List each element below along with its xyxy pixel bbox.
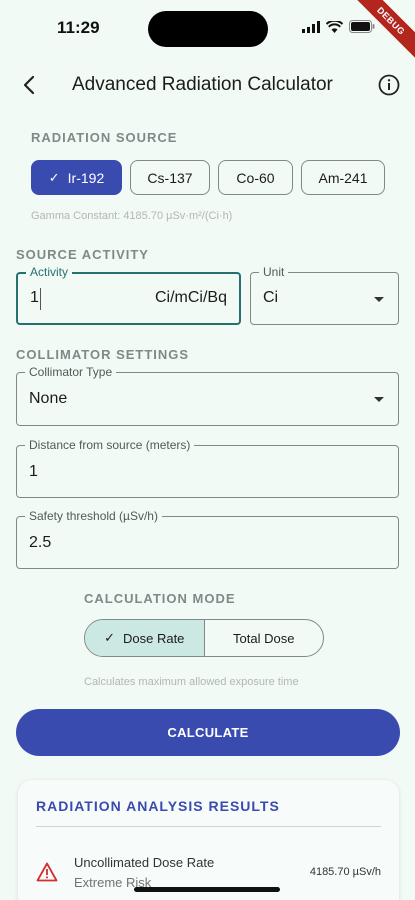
threshold-value: 2.5 <box>29 534 52 551</box>
distance-value: 1 <box>29 463 38 480</box>
home-indicator <box>134 887 280 892</box>
gamma-constant-text: Gamma Constant: 4185.70 µSv·m²/(Ci·h) <box>31 210 233 222</box>
status-bar: 11:29 DEBUG <box>0 0 415 63</box>
signal-icon <box>302 20 320 33</box>
radiation-source-label: RADIATION SOURCE <box>31 130 178 145</box>
unit-dropdown[interactable]: Unit Ci <box>250 265 399 325</box>
divider <box>36 826 381 827</box>
results-title: RADIATION ANALYSIS RESULTS <box>36 798 280 814</box>
check-icon: ✓ <box>104 630 115 645</box>
dropdown-arrow-icon <box>374 397 384 402</box>
calculation-mode-toggle: ✓ Dose Rate Total Dose <box>84 619 324 657</box>
chip-label: Am-241 <box>318 169 368 186</box>
mode-total-dose[interactable]: Total Dose <box>205 620 324 656</box>
calculate-button[interactable]: CALCULATE <box>16 709 400 756</box>
distance-input[interactable]: Distance from source (meters) 1 <box>16 438 399 498</box>
page-title: Advanced Radiation Calculator <box>72 74 333 95</box>
mode-hint: Calculates maximum allowed exposure time <box>84 676 299 688</box>
collimator-type-dropdown[interactable]: Collimator Type None <box>16 365 399 426</box>
mode-label: Dose Rate <box>122 630 185 646</box>
distance-field-label: Distance from source (meters) <box>25 438 195 452</box>
status-time: 11:29 <box>57 18 100 37</box>
wifi-icon <box>326 20 343 33</box>
result-value: 4185.70 µSv/h <box>309 866 381 878</box>
info-icon[interactable] <box>377 73 401 97</box>
back-arrow-icon <box>23 75 35 95</box>
chip-co-60[interactable]: Co-60 <box>218 160 293 195</box>
mode-dose-rate[interactable]: ✓ Dose Rate <box>85 620 205 656</box>
activity-value: 1 <box>30 289 39 306</box>
threshold-field-label: Safety threshold (µSv/h) <box>25 509 162 523</box>
calculation-mode-label: CALCULATION MODE <box>84 591 236 606</box>
source-activity-label: SOURCE ACTIVITY <box>16 247 149 262</box>
activity-suffix: Ci/mCi/Bq <box>154 289 227 306</box>
chip-ir-192[interactable]: ✓ Ir-192 <box>31 160 122 195</box>
chip-label: Ir-192 <box>67 169 105 186</box>
activity-field-label: Activity <box>26 265 73 279</box>
unit-field-label: Unit <box>259 265 289 279</box>
dynamic-island <box>148 11 268 47</box>
safety-threshold-input[interactable]: Safety threshold (µSv/h) 2.5 <box>16 509 399 569</box>
back-button[interactable] <box>16 72 42 98</box>
status-icons <box>302 20 375 33</box>
chip-am-241[interactable]: Am-241 <box>301 160 385 195</box>
result-name: Uncollimated Dose Rate <box>74 855 215 870</box>
results-card: RADIATION ANALYSIS RESULTS Uncollimated … <box>18 780 399 900</box>
unit-value: Ci <box>263 289 279 306</box>
collimator-type-label: Collimator Type <box>25 365 117 379</box>
mode-label: Total Dose <box>233 630 295 646</box>
warning-icon <box>36 862 58 882</box>
collimator-settings-label: COLLIMATOR SETTINGS <box>16 347 190 362</box>
chip-label: Cs-137 <box>147 169 193 186</box>
activity-input[interactable]: Activity 1 Ci/mCi/Bq <box>16 265 241 325</box>
chip-label: Co-60 <box>236 169 275 186</box>
dropdown-arrow-icon <box>374 297 384 302</box>
chip-cs-137[interactable]: Cs-137 <box>130 160 210 195</box>
text-caret <box>40 288 41 310</box>
battery-icon <box>349 20 375 33</box>
check-icon: ✓ <box>48 169 60 185</box>
app-bar: Advanced Radiation Calculator <box>0 62 415 108</box>
source-chip-row: ✓ Ir-192 Cs-137 Co-60 Am-241 <box>31 160 385 195</box>
collimator-type-value: None <box>29 390 68 407</box>
